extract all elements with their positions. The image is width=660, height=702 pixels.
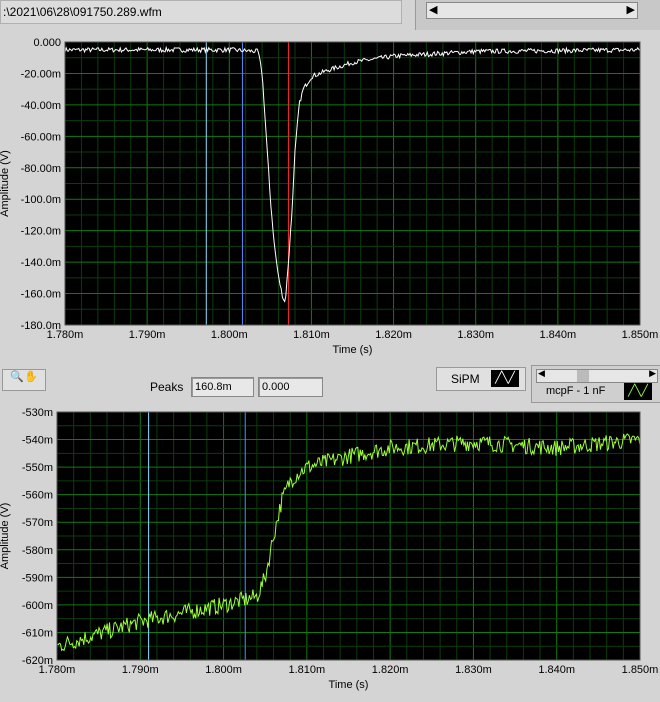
- legend-label: SiPM: [451, 372, 480, 386]
- legend-scroll-panel: ◀ ▶ mcpF - 1 nF ╱╲╱: [531, 365, 660, 403]
- zoom-icon[interactable]: 🔍: [10, 371, 24, 383]
- y-tick-label: -140.0m: [21, 257, 61, 269]
- x-tick-label: 1.850m: [622, 664, 659, 676]
- y-tick-label: -60.00m: [21, 131, 61, 143]
- amplitude-graph-bottom[interactable]: 1.780m 1.790m 1.800m 1.810m 1.820m 1.830m 1.84…: [0, 404, 660, 702]
- legend-scrollbar[interactable]: ◀ ▶: [536, 368, 658, 383]
- x-tick-label: 1.810m: [289, 664, 326, 676]
- scroll-left-icon[interactable]: ◀: [538, 368, 545, 379]
- x-tick-label: 1.790m: [129, 329, 166, 341]
- white-line-swatch-icon: ╱╲╱: [491, 370, 519, 387]
- y-tick-label: -160.0m: [21, 289, 61, 301]
- x-tick-label: 1.820m: [375, 329, 412, 341]
- peak-value-field[interactable]: 160.8m: [191, 377, 254, 397]
- y-tick-label: -540m: [22, 435, 53, 447]
- horizontal-scrollbar[interactable]: ◀ ▶: [426, 2, 638, 19]
- y-axis-label: Amplitude (V): [0, 503, 11, 570]
- y-tick-label: -620m: [22, 655, 53, 667]
- green-line-swatch-icon: ╱╲╱: [624, 383, 652, 400]
- y-tick-label: -580m: [22, 545, 53, 557]
- legend-label: mcpF - 1 nF: [546, 385, 606, 397]
- y-tick-label: -610m: [22, 627, 53, 639]
- y-axis-label: Amplitude (V): [0, 150, 11, 217]
- x-tick-label: 1.840m: [538, 664, 575, 676]
- x-tick-label: 1.800m: [205, 664, 242, 676]
- graph-palette[interactable]: 🔍✋: [2, 369, 46, 391]
- y-tick-label: -560m: [22, 490, 53, 502]
- amplitude-graph-top[interactable]: 1.780m 1.790m 1.800m 1.810m 1.820m 1.830m 1.84…: [0, 32, 660, 364]
- scroll-right-icon[interactable]: ▶: [627, 3, 635, 16]
- y-tick-label: -590m: [22, 572, 53, 584]
- peaks-label: Peaks: [150, 380, 184, 394]
- x-tick-label: 1.790m: [122, 664, 159, 676]
- x-tick-label: 1.850m: [622, 329, 659, 341]
- x-axis-label: Time (s): [329, 679, 369, 691]
- y-tick-label: -120.0m: [21, 226, 61, 238]
- y-tick-label: -100.0m: [21, 194, 61, 206]
- x-tick-label: 1.830m: [457, 329, 494, 341]
- x-tick-label: 1.830m: [455, 664, 492, 676]
- top-right-panel: ◀ ▶: [415, 0, 660, 30]
- scroll-right-icon[interactable]: ▶: [649, 368, 656, 379]
- y-tick-label: -550m: [22, 462, 53, 474]
- y-tick-label: 0.000: [33, 37, 61, 49]
- y-tick-label: -180.0m: [21, 320, 61, 332]
- y-tick-label: -530m: [22, 407, 53, 419]
- y-tick-label: -20.00m: [21, 68, 61, 80]
- scroll-thumb[interactable]: [577, 370, 589, 382]
- y-tick-label: -40.00m: [21, 100, 61, 112]
- y-tick-label: -570m: [22, 517, 53, 529]
- x-tick-label: 1.820m: [372, 664, 409, 676]
- peak-value2-field[interactable]: 0.000: [258, 377, 323, 397]
- x-tick-label: 1.810m: [293, 329, 330, 341]
- x-axis-label: Time (s): [333, 344, 373, 356]
- plot-legend-sipm[interactable]: SiPM ╱╲╱: [436, 367, 526, 391]
- pan-hand-icon[interactable]: ✋: [24, 371, 38, 383]
- x-tick-label: 1.800m: [211, 329, 248, 341]
- scroll-left-icon[interactable]: ◀: [429, 3, 437, 16]
- x-tick-label: 1.840m: [540, 329, 577, 341]
- y-tick-label: -80.00m: [21, 163, 61, 175]
- y-tick-label: -600m: [22, 600, 53, 612]
- file-path-field[interactable]: :\2021\06\28\091750.289.wfm: [0, 0, 402, 24]
